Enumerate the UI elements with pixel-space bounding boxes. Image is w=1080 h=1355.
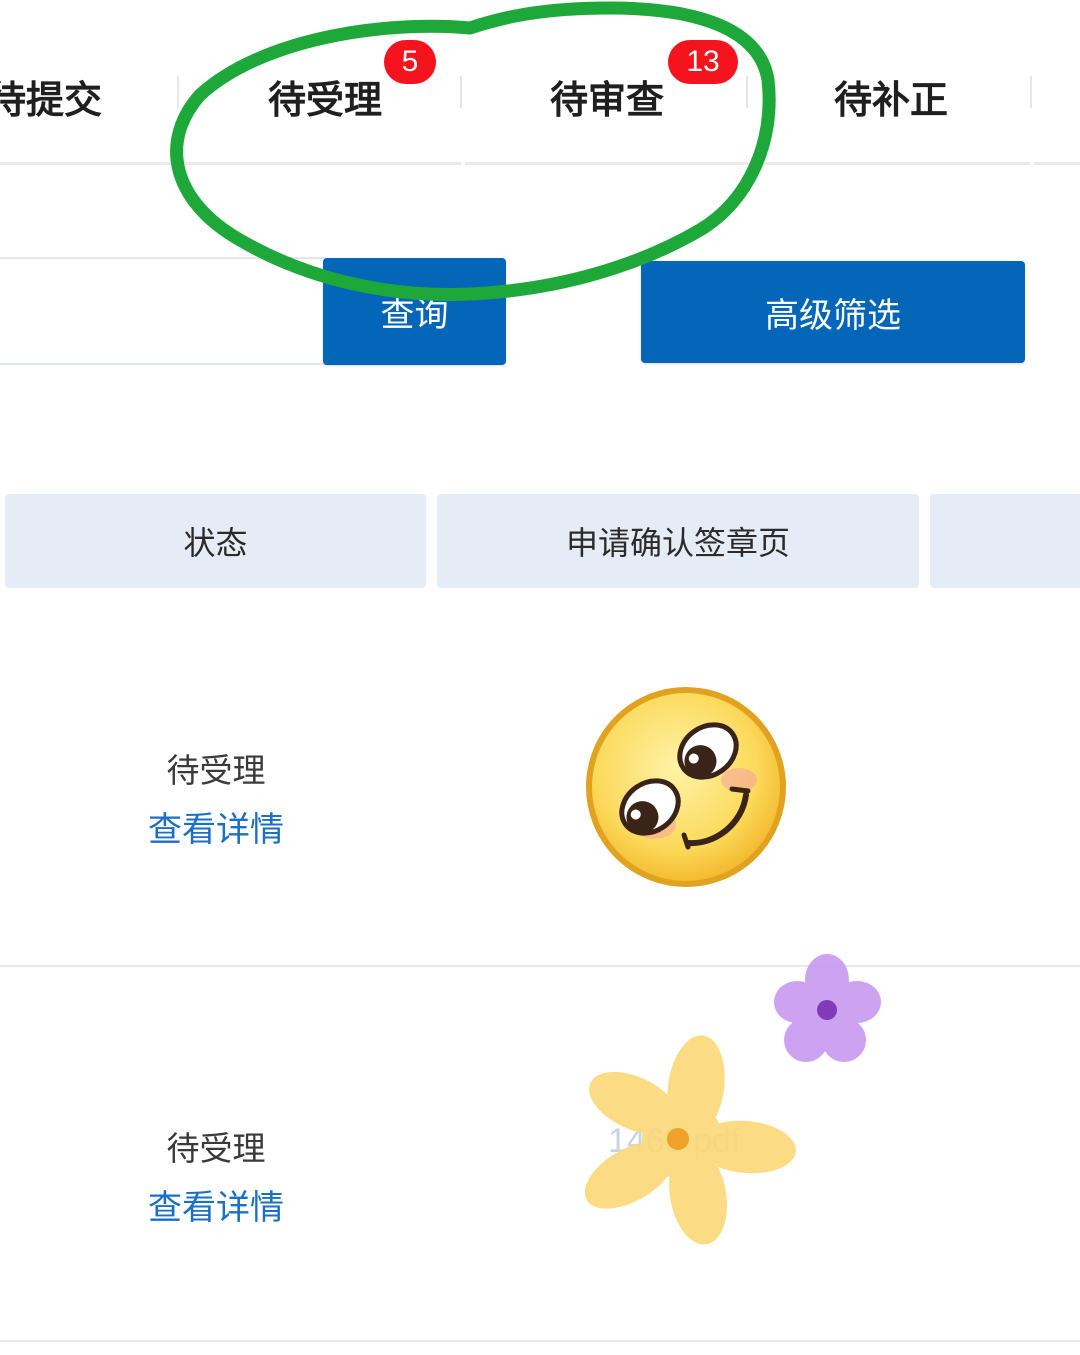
- status-text: 待受理: [166, 1129, 266, 1168]
- column-header-label: 申请确认签章页: [565, 524, 790, 562]
- highlight-circle: [170, 1, 776, 301]
- yellow-flower-icon: [584, 1035, 796, 1245]
- column-header-signature-page: 申请确认签章页: [437, 494, 919, 588]
- row-divider: [0, 965, 1080, 967]
- status-text: 待受理: [166, 751, 266, 790]
- view-details-link[interactable]: 查看详情: [100, 802, 332, 851]
- row-divider: [0, 1340, 1080, 1342]
- view-details-link[interactable]: 查看详情: [100, 1180, 332, 1229]
- column-header-label: 状态: [183, 524, 248, 562]
- smiling-emoji-icon: [586, 687, 786, 887]
- column-header-status: 状态: [5, 494, 426, 588]
- column-header-extra: [930, 494, 1080, 588]
